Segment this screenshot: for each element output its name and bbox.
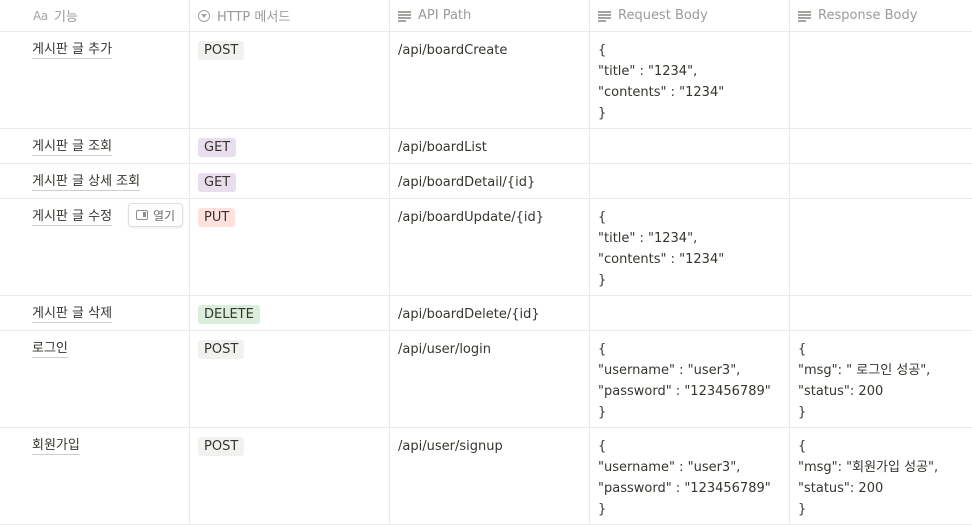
table-row[interactable]: 게시판 글 삭제 DELETE /api/boardDelete/{id} bbox=[0, 296, 972, 331]
method-tag: DELETE bbox=[198, 305, 260, 324]
table-row[interactable]: 로그인 POST /api/user/login { "username" : … bbox=[0, 331, 972, 428]
response-cell[interactable] bbox=[790, 164, 972, 198]
path-cell[interactable]: /api/boardList bbox=[390, 129, 590, 163]
api-path: /api/boardCreate bbox=[398, 43, 508, 58]
request-body: { "title" : "1234", "contents" : "1234" … bbox=[598, 210, 725, 288]
request-body: { "username" : "user3", "password" : "12… bbox=[598, 439, 771, 517]
header-response[interactable]: Response Body bbox=[790, 0, 972, 31]
header-method[interactable]: HTTP 메서드 bbox=[190, 0, 390, 31]
method-cell[interactable]: PUT bbox=[190, 199, 390, 295]
method-tag: GET bbox=[198, 173, 237, 192]
header-response-label: Response Body bbox=[818, 8, 918, 23]
header-path[interactable]: API Path bbox=[390, 0, 590, 31]
name-cell[interactable]: 회원가입 bbox=[0, 428, 190, 524]
request-body: { "title" : "1234", "contents" : "1234" … bbox=[598, 43, 725, 121]
name-cell[interactable]: 게시판 글 상세 조회 bbox=[0, 164, 190, 198]
api-path: /api/boardUpdate/{id} bbox=[398, 210, 544, 225]
header-method-label: HTTP 메서드 bbox=[217, 10, 291, 25]
api-path: /api/boardDetail/{id} bbox=[398, 175, 536, 190]
open-page-button[interactable]: 열기 bbox=[128, 203, 184, 227]
path-cell[interactable]: /api/boardDetail/{id} bbox=[390, 164, 590, 198]
response-cell[interactable] bbox=[790, 129, 972, 163]
response-cell[interactable] bbox=[790, 199, 972, 295]
name-cell[interactable]: 로그인 bbox=[0, 331, 190, 427]
header-request-label: Request Body bbox=[618, 8, 708, 23]
text-type-icon: Aa bbox=[33, 8, 48, 23]
api-table: Aa 기능 HTTP 메서드 API Path Request Body Res… bbox=[0, 0, 972, 525]
response-cell[interactable]: { "msg": " 로그인 성공", "status": 200 } bbox=[790, 331, 972, 427]
header-name[interactable]: Aa 기능 bbox=[0, 0, 190, 31]
text-lines-icon bbox=[398, 10, 411, 22]
request-cell[interactable] bbox=[590, 129, 790, 163]
api-path: /api/user/signup bbox=[398, 439, 503, 454]
request-cell[interactable] bbox=[590, 296, 790, 330]
api-path: /api/boardList bbox=[398, 140, 487, 155]
open-side-peek-icon bbox=[136, 210, 148, 220]
text-lines-icon bbox=[798, 10, 811, 22]
table-row[interactable]: 게시판 글 추가 POST /api/boardCreate { "title"… bbox=[0, 32, 972, 129]
path-cell[interactable]: /api/boardCreate bbox=[390, 32, 590, 128]
text-lines-icon bbox=[598, 10, 611, 22]
row-name[interactable]: 게시판 글 추가 bbox=[32, 41, 113, 59]
table-row[interactable]: 회원가입 POST /api/user/signup { "username" … bbox=[0, 428, 972, 525]
api-path: /api/boardDelete/{id} bbox=[398, 307, 540, 322]
response-cell[interactable]: { "msg": "회원가입 성공", "status": 200 } bbox=[790, 428, 972, 524]
method-cell[interactable]: GET bbox=[190, 164, 390, 198]
select-type-icon bbox=[198, 9, 210, 22]
path-cell[interactable]: /api/boardDelete/{id} bbox=[390, 296, 590, 330]
path-cell[interactable]: /api/boardUpdate/{id} bbox=[390, 199, 590, 295]
row-name[interactable]: 로그인 bbox=[32, 340, 68, 358]
method-cell[interactable]: POST bbox=[190, 32, 390, 128]
row-name[interactable]: 게시판 글 삭제 bbox=[32, 305, 113, 323]
row-name[interactable]: 회원가입 bbox=[32, 437, 80, 455]
method-cell[interactable]: GET bbox=[190, 129, 390, 163]
header-path-label: API Path bbox=[418, 8, 472, 23]
response-cell[interactable] bbox=[790, 296, 972, 330]
response-body: { "msg": " 로그인 성공", "status": 200 } bbox=[798, 342, 931, 420]
row-name[interactable]: 게시판 글 상세 조회 bbox=[32, 173, 141, 191]
table-row[interactable]: 게시판 글 조회 GET /api/boardList bbox=[0, 129, 972, 164]
name-cell[interactable]: 게시판 글 삭제 bbox=[0, 296, 190, 330]
response-cell[interactable] bbox=[790, 32, 972, 128]
row-name[interactable]: 게시판 글 조회 bbox=[32, 138, 113, 156]
method-cell[interactable]: POST bbox=[190, 331, 390, 427]
name-cell[interactable]: 게시판 글 수정 열기 bbox=[0, 199, 190, 295]
request-cell[interactable]: { "title" : "1234", "contents" : "1234" … bbox=[590, 199, 790, 295]
open-page-label: 열기 bbox=[153, 208, 176, 223]
response-body: { "msg": "회원가입 성공", "status": 200 } bbox=[798, 439, 939, 517]
request-body: { "username" : "user3", "password" : "12… bbox=[598, 342, 771, 420]
table-row[interactable]: 게시판 글 상세 조회 GET /api/boardDetail/{id} bbox=[0, 164, 972, 199]
name-cell[interactable]: 게시판 글 조회 bbox=[0, 129, 190, 163]
table-header: Aa 기능 HTTP 메서드 API Path Request Body Res… bbox=[0, 0, 972, 32]
method-tag: POST bbox=[198, 437, 245, 456]
api-path: /api/user/login bbox=[398, 342, 491, 357]
header-request[interactable]: Request Body bbox=[590, 0, 790, 31]
row-name[interactable]: 게시판 글 수정 bbox=[32, 208, 113, 226]
path-cell[interactable]: /api/user/login bbox=[390, 331, 590, 427]
method-tag: PUT bbox=[198, 208, 236, 227]
path-cell[interactable]: /api/user/signup bbox=[390, 428, 590, 524]
method-cell[interactable]: POST bbox=[190, 428, 390, 524]
request-cell[interactable]: { "username" : "user3", "password" : "12… bbox=[590, 331, 790, 427]
request-cell[interactable] bbox=[590, 164, 790, 198]
request-cell[interactable]: { "title" : "1234", "contents" : "1234" … bbox=[590, 32, 790, 128]
method-tag: POST bbox=[198, 340, 245, 359]
method-tag: POST bbox=[198, 41, 245, 60]
name-cell[interactable]: 게시판 글 추가 bbox=[0, 32, 190, 128]
header-name-label: 기능 bbox=[53, 10, 78, 25]
request-cell[interactable]: { "username" : "user3", "password" : "12… bbox=[590, 428, 790, 524]
method-cell[interactable]: DELETE bbox=[190, 296, 390, 330]
method-tag: GET bbox=[198, 138, 237, 157]
table-row[interactable]: 게시판 글 수정 열기 PUT /api/boardUpdate/{id} { … bbox=[0, 199, 972, 296]
